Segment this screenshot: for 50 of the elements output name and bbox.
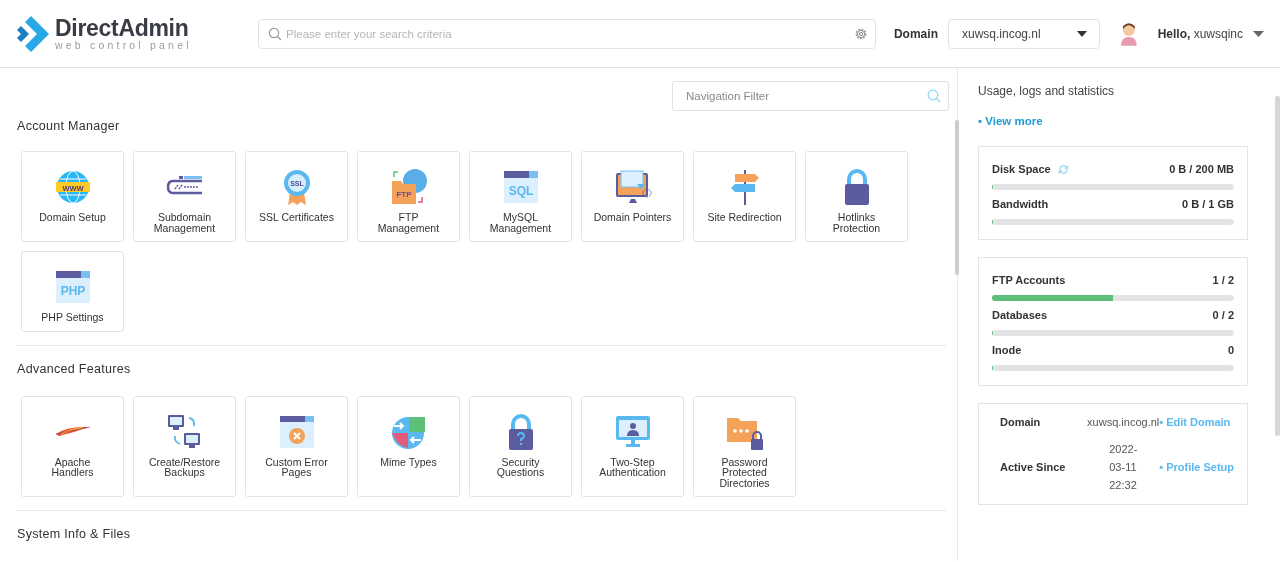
feature-tile[interactable]: Two-Step Authentication [581, 395, 684, 497]
feature-tile[interactable]: Password Protected Directories [693, 395, 796, 497]
logo-tagline: web control panel [55, 40, 192, 51]
section-title: Account Manager [17, 119, 121, 133]
caret-icon [1076, 30, 1087, 37]
settings-icon[interactable] [853, 26, 868, 41]
info-value: xuwsq.incog.nl [1087, 416, 1160, 428]
panel-title: Usage, logs and statistics [978, 84, 1116, 98]
domain-label: Domain [893, 26, 938, 41]
feature-tile[interactable]: Custom Error Pages [245, 395, 348, 497]
feature-tile[interactable]: Domain Pointers [581, 151, 684, 242]
info-value: 2022-03-11 22:32 [1109, 442, 1139, 493]
feature-tile[interactable]: Mime Types [357, 395, 460, 497]
section-title: System Info & Files [17, 527, 132, 541]
feature-tile[interactable]: Site Redirection [693, 151, 796, 242]
feature-tile[interactable]: PHP PHP Settings [21, 251, 124, 332]
meter-reading: 0 B / 200 MB [1169, 163, 1234, 175]
refresh-icon [1057, 163, 1069, 175]
feature-tile[interactable]: Create/Restore Backups [133, 395, 236, 497]
feature-tile[interactable]: Apache Handlers [21, 395, 124, 497]
search-icon [268, 26, 283, 41]
meter-reading: 0 B / 1 GB [1182, 198, 1234, 210]
meter-label: Databases [992, 309, 1048, 321]
search-field[interactable]: Please enter your search criteria [258, 18, 876, 49]
feature-tile[interactable]: Hotlinks Protection [805, 151, 908, 242]
info-label: Active Since [1000, 461, 1067, 473]
meter-label: Disk Space [992, 163, 1051, 175]
feature-tile[interactable]: SQL MySQL Management [469, 151, 572, 242]
scrollbar-thumb[interactable] [955, 120, 959, 275]
logo-icon [17, 15, 49, 52]
meter-label: FTP Accounts [992, 274, 1066, 286]
feature-tile[interactable]: Security Questions [469, 395, 572, 497]
meter-reading: 0 / 2 [1212, 309, 1234, 321]
feature-tile[interactable]: Subdomain Management [133, 151, 236, 242]
domain-select[interactable]: xuwsq.incog.nl [947, 18, 1100, 49]
search-icon [927, 89, 941, 103]
meter-label: Inode [992, 344, 1022, 356]
meter-reading: 0 [1227, 344, 1234, 356]
scrollbar-thumb[interactable] [1275, 96, 1280, 436]
meter-reading: 1 / 2 [1212, 274, 1234, 286]
avatar-icon [1119, 21, 1138, 46]
feather-icon [54, 425, 91, 438]
section-title: Advanced Features [17, 361, 132, 376]
caret-icon [1253, 30, 1264, 37]
logo-name: DirectAdmin [55, 16, 190, 40]
info-label: Domain [1000, 416, 1042, 428]
feature-tile[interactable]: FTP FTP Management [357, 151, 460, 242]
user-menu[interactable]: Hello, xuwsqinc [1157, 26, 1264, 41]
navigation-filter[interactable]: Navigation Filter [672, 81, 949, 111]
meter-label: Bandwidth [992, 198, 1049, 210]
